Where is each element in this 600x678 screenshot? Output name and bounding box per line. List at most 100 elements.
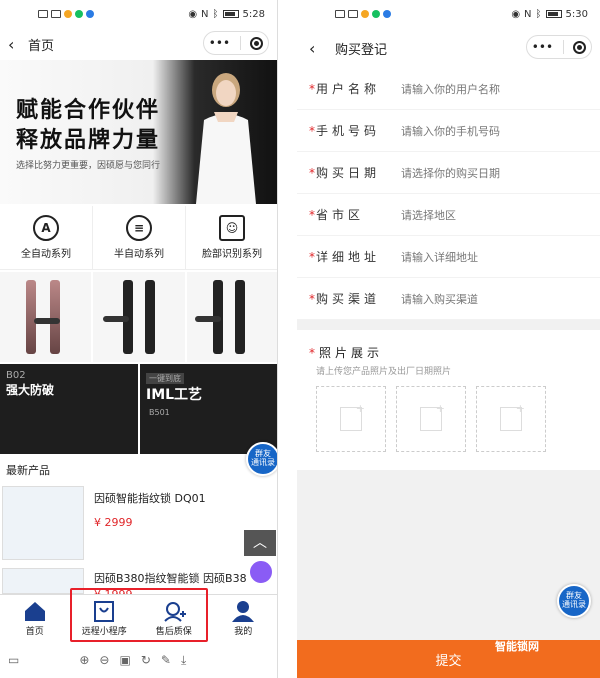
hero-banner[interactable]: 赋能合作伙伴 释放品牌力量 选择比努力更重要，因硕愿与您同行 — [0, 60, 277, 204]
close-miniprogram-icon[interactable] — [573, 40, 587, 54]
capsule-divider — [562, 40, 564, 54]
tab-home[interactable]: 首页 — [0, 595, 70, 642]
assistant-button[interactable] — [248, 559, 274, 585]
category-semi-auto[interactable]: ≡ 半自动系列 — [93, 206, 186, 269]
page-title: 购买登记 — [335, 42, 388, 58]
product-showcase — [0, 272, 277, 362]
signal-icon — [348, 10, 358, 18]
promo-banners: B02 强大防破 一键到底 IML工艺 B501 — [0, 364, 277, 454]
float-label: 通讯录 — [562, 600, 586, 609]
bluetooth-icon: ᛒ — [535, 8, 542, 20]
product-price: ¥ 2999 — [94, 516, 133, 529]
submit-button[interactable]: 提交 — [297, 640, 600, 678]
back-icon[interactable]: ‹ — [8, 35, 28, 54]
promo-model: B02 — [6, 370, 26, 381]
scroll-top-button[interactable]: ︿ — [244, 530, 276, 556]
upload-slot[interactable] — [316, 386, 386, 452]
promo-b501[interactable]: 一键到底 IML工艺 B501 — [140, 364, 277, 454]
phone-input[interactable]: 请输入你的手机号码 — [401, 123, 500, 139]
back-icon[interactable]: ‹ — [309, 39, 329, 58]
home-screen: ◉ N ᛒ 5:28 ‹ 首页 ••• 赋能合作伙伴 释放品牌力量 选择比努力更… — [0, 0, 278, 678]
category-nav: A 全自动系列 ≡ 半自动系列 ☺ 脸部识别系列 — [0, 206, 277, 270]
eye-icon: ◉ — [511, 8, 521, 20]
field-purchase-date[interactable]: * 购买日期 请选择你的购买日期 — [297, 152, 600, 194]
username-input[interactable]: 请输入你的用户名称 — [401, 81, 500, 97]
tab-label: 我的 — [234, 627, 253, 637]
clock: 5:30 — [565, 8, 588, 20]
app-notification-icon — [383, 10, 391, 18]
photo-title-text: 照片展示 — [319, 346, 384, 360]
address-input[interactable]: 请输入详细地址 — [401, 249, 478, 265]
promo-model: B501 — [149, 408, 170, 417]
download-icon[interactable]: ⤓ — [181, 653, 186, 668]
category-label: 全自动系列 — [21, 249, 71, 260]
field-label: 手机号码 — [316, 124, 381, 138]
lock-image-rose[interactable] — [0, 272, 92, 362]
channel-input[interactable]: 请输入购买渠道 — [401, 291, 478, 307]
purchase-register-screen: ◉ N ᛒ 5:30 ‹ 购买登记 ••• * 用户名称 请输入你的用户名称 *… — [297, 0, 600, 678]
status-icons-left — [335, 10, 391, 18]
user-icon — [232, 601, 255, 622]
field-username[interactable]: * 用户名称 请输入你的用户名称 — [297, 68, 600, 110]
edit-icon[interactable]: ✎ — [161, 653, 171, 667]
upload-slot[interactable] — [476, 386, 546, 452]
group-contacts-button[interactable]: 群友 通讯录 — [557, 584, 591, 618]
sim-icon — [38, 10, 48, 18]
photo-upload-section: *照片展示 请上传您产品照片及出厂日期照片 — [297, 330, 600, 470]
category-label: 半自动系列 — [114, 249, 164, 260]
miniprogram-capsule: ••• — [203, 31, 269, 55]
category-label: 脸部识别系列 — [202, 249, 262, 260]
app-notification-icon — [75, 10, 83, 18]
product-name: 因硕B380指纹智能锁 因硕B38 — [94, 572, 247, 585]
lock-image-black[interactable] — [93, 272, 185, 362]
zoom-out-icon[interactable]: ⊖ — [99, 653, 109, 667]
clock: 5:28 — [242, 8, 265, 20]
region-picker[interactable]: 请选择地区 — [401, 207, 456, 223]
category-face-recognition[interactable]: ☺ 脸部识别系列 — [186, 206, 277, 269]
sim-icon — [335, 10, 345, 18]
rotate-icon[interactable]: ↻ — [141, 653, 151, 667]
field-phone[interactable]: * 手机号码 请输入你的手机号码 — [297, 110, 600, 152]
field-address[interactable]: * 详细地址 请输入详细地址 — [297, 236, 600, 278]
status-bar: ◉ N ᛒ 5:30 — [297, 0, 600, 28]
date-picker[interactable]: 请选择你的购买日期 — [401, 165, 500, 181]
required-mark: * — [309, 249, 315, 264]
product-name: 因硕智能指纹锁 DQ01 — [94, 492, 206, 505]
actual-size-icon[interactable]: ▣ — [119, 653, 130, 667]
wifi-icon — [64, 10, 72, 18]
required-mark: * — [309, 207, 315, 222]
close-miniprogram-icon[interactable] — [250, 36, 264, 50]
nav-bar: ‹ 首页 ••• — [0, 28, 277, 60]
more-icon[interactable]: ••• — [209, 36, 230, 50]
tab-mine[interactable]: 我的 — [209, 595, 278, 642]
settings-icon: ≡ — [126, 215, 152, 241]
lock-image-face[interactable] — [186, 272, 277, 362]
app-notification-icon — [372, 10, 380, 18]
status-bar: ◉ N ᛒ 5:28 — [0, 0, 277, 28]
latest-products-heading: 最新产品 — [6, 464, 50, 477]
photo-section-title: *照片展示 — [309, 344, 383, 361]
add-photo-icon — [340, 402, 365, 431]
promo-title: IML工艺 — [146, 387, 203, 403]
auto-icon: A — [33, 215, 59, 241]
home-icon — [24, 602, 45, 621]
banner-headline-1: 赋能合作伙伴 — [16, 98, 161, 123]
group-contacts-button[interactable]: 群友 通讯录 — [246, 442, 277, 476]
more-icon[interactable]: ••• — [532, 40, 553, 54]
upload-slot[interactable] — [396, 386, 466, 452]
promo-b02[interactable]: B02 强大防破 — [0, 364, 138, 454]
battery-icon — [545, 10, 562, 18]
required-mark: * — [309, 165, 315, 180]
field-region[interactable]: * 省市区 请选择地区 — [297, 194, 600, 236]
field-channel[interactable]: * 购买渠道 请输入购买渠道 — [297, 278, 600, 320]
add-photo-icon — [420, 402, 445, 431]
battery-icon — [222, 10, 239, 18]
required-mark: * — [309, 346, 319, 360]
field-label: 用户名称 — [316, 82, 381, 96]
category-full-auto[interactable]: A 全自动系列 — [0, 206, 93, 269]
photo-hint: 请上传您产品照片及出厂日期照片 — [316, 367, 452, 377]
zoom-in-icon[interactable]: ⊕ — [79, 653, 89, 667]
product-item[interactable]: 因硕智能指纹锁 DQ01 ¥ 2999 — [0, 486, 277, 564]
status-icons-right: ◉ N ᛒ 5:28 — [188, 9, 265, 20]
screen-icon[interactable]: ▭ — [8, 653, 19, 667]
